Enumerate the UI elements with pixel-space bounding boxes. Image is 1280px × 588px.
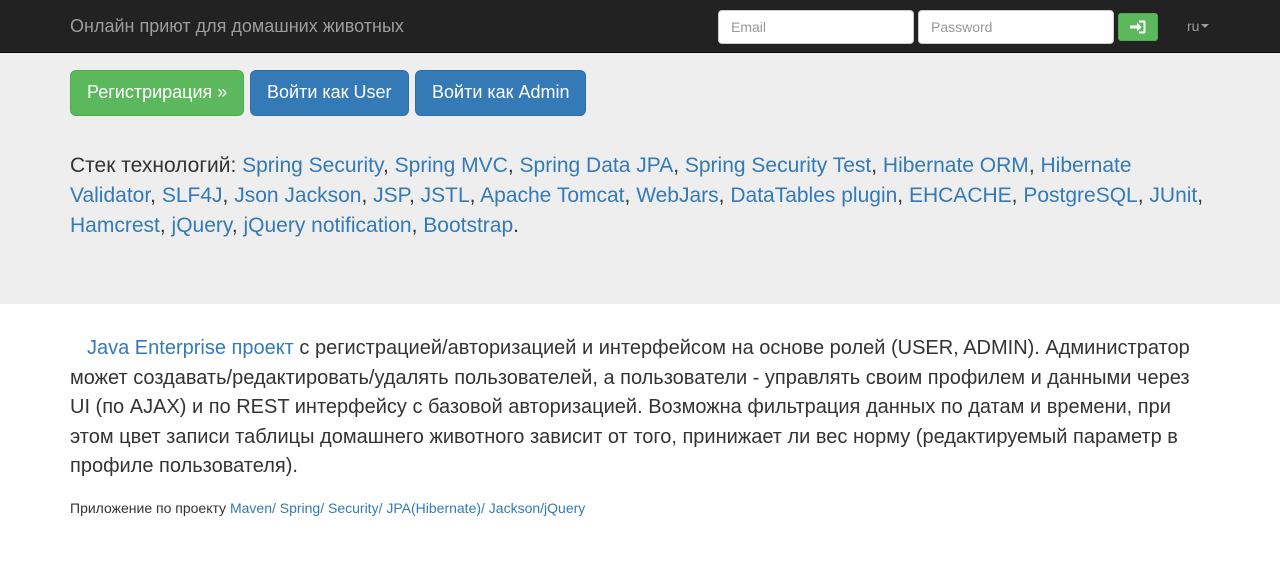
tech-separator: ,: [1028, 154, 1041, 177]
login-as-admin-button[interactable]: Войти как Admin: [415, 70, 586, 116]
tech-link[interactable]: Spring MVC: [395, 154, 508, 177]
tech-separator: ,: [231, 214, 244, 237]
tech-separator: ,: [718, 184, 731, 207]
tech-link[interactable]: Hibernate ORM: [883, 154, 1029, 177]
tech-separator: ,: [411, 214, 424, 237]
register-button[interactable]: Регистрирация »: [70, 70, 244, 116]
tech-stack: Стек технологий: Spring Security, Spring…: [70, 151, 1220, 241]
tech-separator: ,: [1197, 184, 1204, 207]
project-link[interactable]: Java Enterprise проект: [87, 337, 294, 359]
jumbotron: Регистрирация » Войти как User Войти как…: [0, 53, 1280, 304]
tech-link[interactable]: Apache Tomcat: [480, 184, 624, 207]
navbar-brand[interactable]: Онлайн приют для домашних животных: [70, 16, 404, 37]
tech-link[interactable]: PostgreSQL: [1023, 184, 1137, 207]
top-navbar: Онлайн приют для домашних животных ru: [0, 0, 1280, 53]
footer-note: Приложение по проекту Maven/ Spring/ Sec…: [70, 500, 585, 516]
tech-link[interactable]: JSP: [373, 184, 409, 207]
email-field[interactable]: [718, 10, 914, 44]
tech-link[interactable]: Hamcrest: [70, 214, 160, 237]
tech-link[interactable]: Json Jackson: [234, 184, 361, 207]
tech-link[interactable]: DataTables plugin: [730, 184, 897, 207]
tech-link[interactable]: SLF4J: [162, 184, 223, 207]
tech-stack-end: .: [513, 214, 519, 237]
caret-down-icon: [1201, 24, 1210, 28]
tech-link[interactable]: jQuery: [172, 214, 232, 237]
login-as-user-button[interactable]: Войти как User: [250, 70, 409, 116]
tech-link[interactable]: Spring Data JPA: [520, 154, 674, 177]
tech-link[interactable]: Bootstrap: [423, 214, 513, 237]
footer-label: Приложение по проекту: [70, 500, 230, 516]
tech-link[interactable]: Spring Security Test: [685, 154, 871, 177]
tech-link[interactable]: WebJars: [636, 184, 718, 207]
sign-in-icon: [1130, 20, 1146, 34]
tech-separator: ,: [382, 154, 395, 177]
tech-separator: ,: [871, 154, 883, 177]
tech-link[interactable]: JUnit: [1149, 184, 1197, 207]
footer-stack-link[interactable]: Maven/ Spring/ Security/ JPA(Hibernate)/…: [230, 500, 585, 516]
tech-separator: ,: [624, 184, 637, 207]
password-field[interactable]: [918, 10, 1114, 44]
tech-separator: ,: [222, 184, 235, 207]
tech-separator: ,: [361, 184, 374, 207]
tech-separator: ,: [150, 184, 162, 207]
tech-separator: ,: [897, 184, 909, 207]
tech-separator: ,: [1137, 184, 1150, 207]
tech-link[interactable]: Spring Security: [242, 154, 383, 177]
tech-link[interactable]: jQuery notification: [244, 214, 412, 237]
project-description: Java Enterprise проект с регистрацией/ав…: [70, 334, 1195, 482]
tech-separator: ,: [408, 184, 421, 207]
tech-separator: ,: [507, 154, 520, 177]
tech-separator: ,: [1011, 184, 1024, 207]
tech-separator: ,: [469, 184, 481, 207]
language-label: ru: [1187, 18, 1200, 34]
language-dropdown[interactable]: ru: [1187, 18, 1210, 34]
tech-link[interactable]: JSTL: [421, 184, 470, 207]
tech-separator: ,: [159, 214, 172, 237]
login-button[interactable]: [1118, 13, 1158, 41]
tech-link[interactable]: EHCACHE: [909, 184, 1012, 207]
tech-stack-label: Стек технологий:: [70, 154, 243, 177]
tech-separator: ,: [673, 154, 685, 177]
